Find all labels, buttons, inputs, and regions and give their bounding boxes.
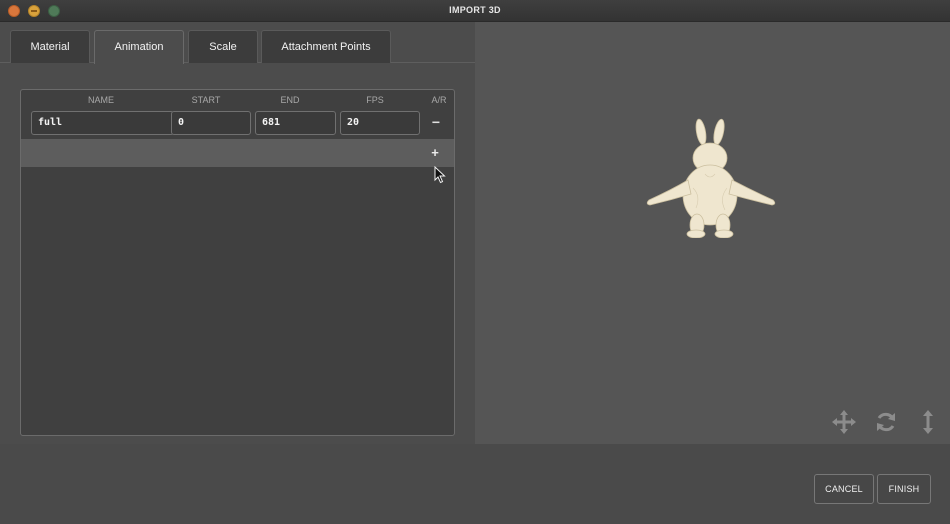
move-icon[interactable] [832,410,856,434]
add-row-strip[interactable]: + [21,139,454,167]
character-model-image [646,118,776,238]
settings-panel: Material Animation Scale Attachment Poin… [0,22,475,444]
tab-material[interactable]: Material [10,30,90,63]
column-header-fps: FPS [366,95,384,105]
window-title: IMPORT 3D [449,5,501,15]
tab-attachment-points[interactable]: Attachment Points [261,30,391,63]
tab-animation[interactable]: Animation [94,30,184,64]
column-header-start: START [191,95,221,105]
animation-fps-field[interactable]: 20 [340,111,420,135]
remove-row-button[interactable]: − [428,113,444,131]
column-header-add-remove: A/R [431,95,447,105]
dialog-footer: CANCEL FINISH [0,444,950,524]
animation-start-field[interactable]: 0 [171,111,251,135]
add-row-button[interactable]: + [427,144,443,162]
title-bar: IMPORT 3D [0,0,950,22]
rotate-icon[interactable] [874,410,898,434]
animation-table: NAME START END FPS A/R full 0 681 20 − + [20,89,455,436]
tab-scale[interactable]: Scale [188,30,258,63]
animation-end-field[interactable]: 681 [255,111,336,135]
animation-name-field[interactable]: full [31,111,174,135]
column-header-end: END [280,95,300,105]
model-preview-viewport[interactable] [475,22,950,444]
tab-bar: Material Animation Scale Attachment Poin… [0,22,475,64]
mouse-cursor-icon [434,166,446,184]
finish-button[interactable]: FINISH [877,474,931,504]
column-header-name: NAME [87,95,114,105]
scale-vertical-icon[interactable] [916,410,940,434]
cancel-button[interactable]: CANCEL [814,474,874,504]
